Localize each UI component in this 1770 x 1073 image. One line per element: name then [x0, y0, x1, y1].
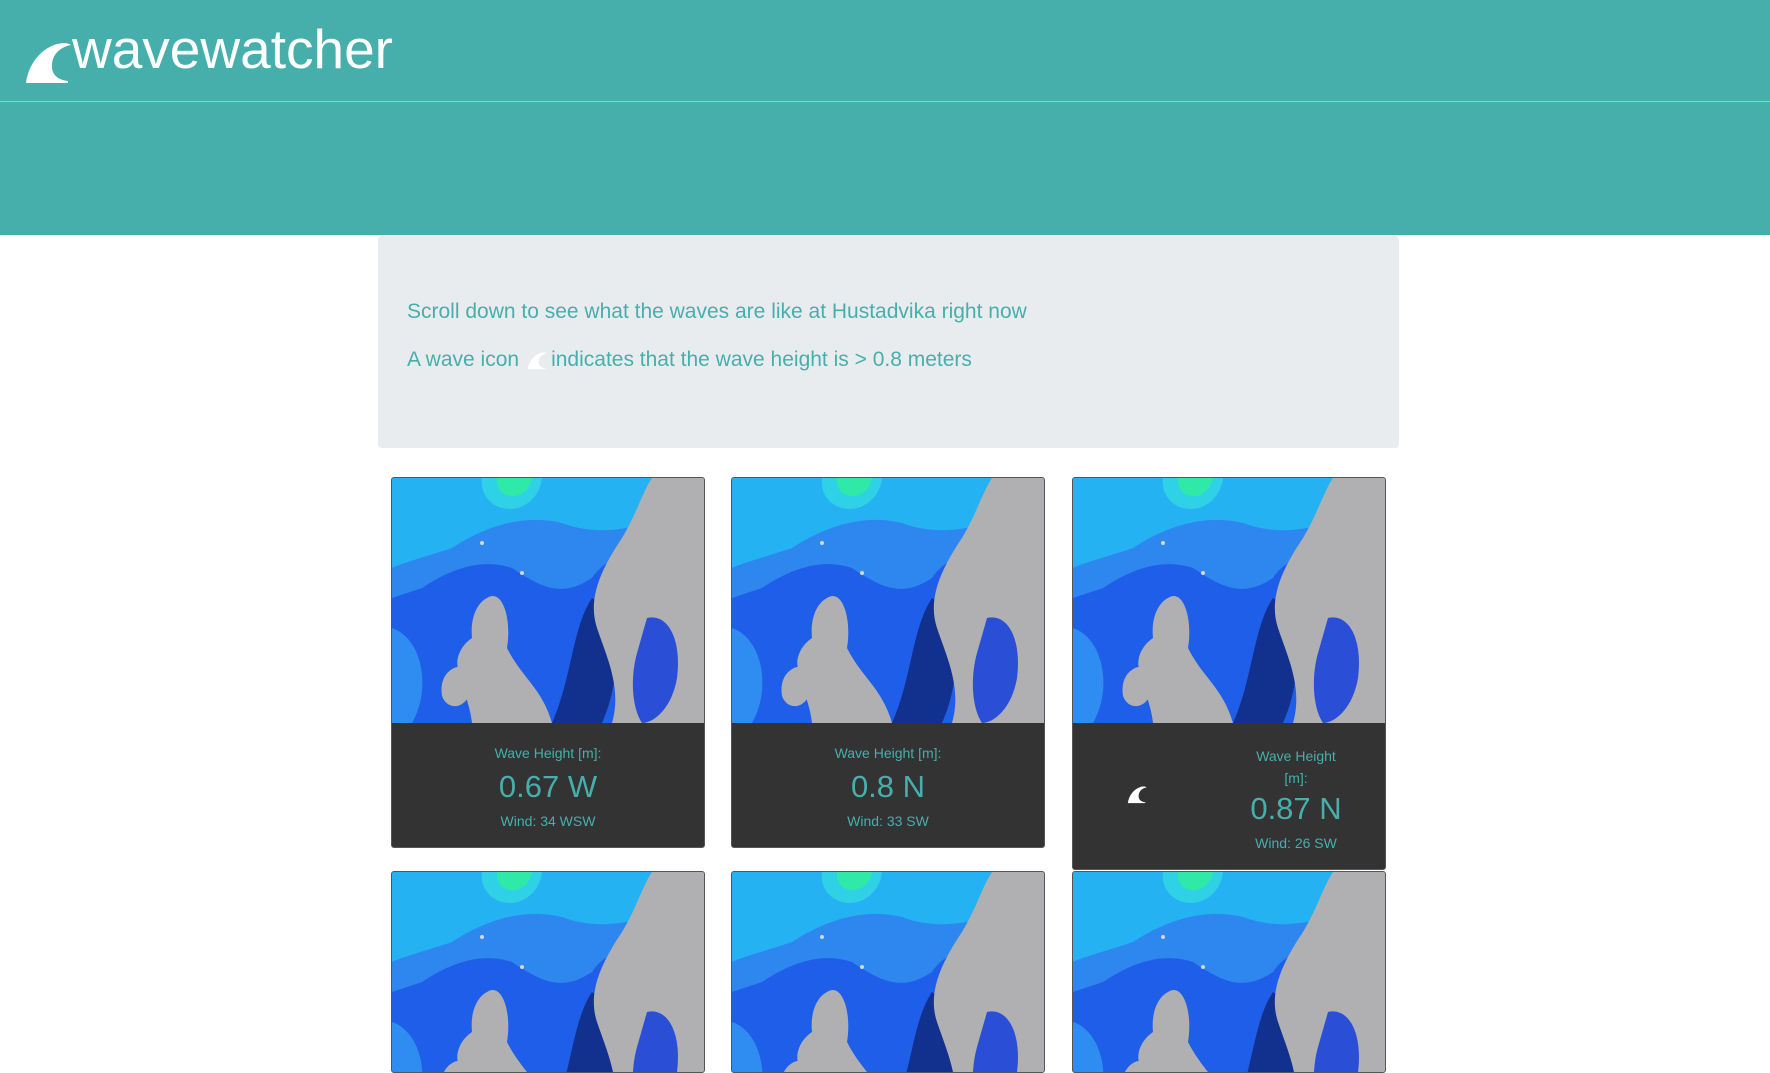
- forecast-info: Wave Height [m]: 0.67 W Wind: 34 WSW: [392, 723, 704, 847]
- wave-height-label: Wave Height [m]:: [1256, 748, 1336, 786]
- app-title: wavewatcher: [72, 17, 393, 80]
- wave-height-value: 0.8 N: [850, 769, 926, 804]
- wave-icon: [527, 350, 547, 370]
- forecast-card[interactable]: [1072, 871, 1386, 1073]
- wave-map-image: [1073, 478, 1385, 723]
- navbar: wavewatcher: [0, 0, 1770, 102]
- intro-line-1: Scroll down to see what the waves are li…: [407, 300, 1027, 323]
- intro-line-2-end: indicates that the wave height is > 0.8 …: [551, 348, 972, 371]
- wave-height-label: Wave Height [m]:: [494, 745, 602, 761]
- brand[interactable]: wavewatcher: [24, 18, 393, 88]
- intro-line-2: A wave icon indicates that the wave heig…: [407, 348, 972, 372]
- wind-value: Wind: 34 WSW: [500, 813, 596, 829]
- intro-line-2-start: A wave icon: [407, 348, 520, 371]
- wind-value: Wind: 26 SW: [1255, 835, 1337, 851]
- wave-map-image: [1073, 872, 1385, 1073]
- forecast-info: Wave Height [m]: 0.87 N Wind: 26 SW: [1073, 723, 1385, 869]
- wave-map-image: [732, 872, 1044, 1073]
- wave-map-image: [392, 872, 704, 1073]
- wave-map-image: [732, 478, 1044, 723]
- forecast-card[interactable]: [391, 871, 705, 1073]
- wave-icon: [1127, 784, 1147, 804]
- hero-band: [0, 102, 1770, 235]
- wave-icon: [24, 37, 72, 85]
- wave-map-image: [392, 478, 704, 723]
- wind-value: Wind: 33 SW: [847, 813, 929, 829]
- forecast-card[interactable]: Wave Height [m]: 0.8 N Wind: 33 SW: [731, 477, 1045, 848]
- wave-height-value: 0.67 W: [498, 769, 598, 804]
- wave-height-value: 0.87 N: [1250, 791, 1342, 826]
- forecast-info: Wave Height [m]: 0.8 N Wind: 33 SW: [732, 723, 1044, 847]
- forecast-card[interactable]: [731, 871, 1045, 1073]
- wave-height-label: Wave Height [m]:: [834, 745, 942, 761]
- forecast-card[interactable]: Wave Height [m]: 0.67 W Wind: 34 WSW: [391, 477, 705, 848]
- forecast-card[interactable]: Wave Height [m]: 0.87 N Wind: 26 SW: [1072, 477, 1386, 870]
- intro-panel: Scroll down to see what the waves are li…: [378, 236, 1399, 448]
